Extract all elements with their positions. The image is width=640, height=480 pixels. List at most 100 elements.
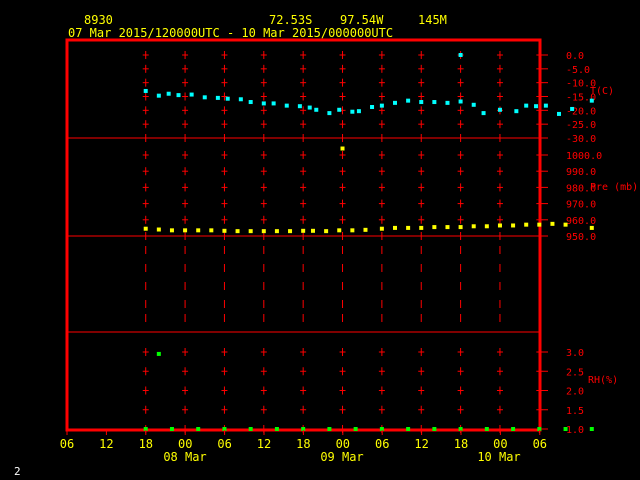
data-point: [379, 103, 384, 108]
data-point: [176, 93, 181, 98]
data-point: [432, 100, 437, 105]
data-point: [497, 107, 502, 112]
data-point: [537, 222, 542, 227]
date-label: 09 Mar: [320, 450, 363, 464]
data-point: [432, 427, 437, 431]
data-point: [570, 106, 575, 111]
xtick-label: 12: [257, 437, 271, 451]
data-point: [514, 109, 519, 114]
data-point: [497, 223, 502, 228]
data-point: [406, 225, 411, 230]
ytick-label: -30.0: [566, 134, 596, 145]
data-point: [215, 95, 220, 100]
ytick-label: 1.0: [566, 425, 584, 436]
data-point: [238, 97, 243, 102]
xtick-label: 12: [99, 437, 113, 451]
data-point: [563, 222, 568, 227]
data-point: [458, 99, 463, 104]
data-point: [511, 427, 516, 431]
data-point: [543, 103, 548, 108]
xtick-label: 06: [60, 437, 74, 451]
ytick-label: 0.0: [566, 51, 584, 62]
ytick-label: 990.0: [566, 167, 596, 178]
data-point: [222, 228, 227, 233]
data-point: [445, 225, 450, 230]
meteogram: 0.0-5.0-10.0-15.0-20.0-25.0-30.0T(C)1000…: [60, 38, 638, 464]
data-point: [301, 228, 306, 233]
data-point: [271, 101, 276, 106]
data-point: [557, 111, 561, 116]
data-point: [432, 225, 437, 230]
axis-label: T(C): [590, 86, 614, 97]
ytick-label: 960.0: [566, 216, 596, 227]
data-point: [589, 98, 594, 103]
data-point: [183, 228, 188, 233]
data-point: [156, 227, 161, 232]
data-point: [156, 351, 161, 356]
data-point: [471, 102, 476, 107]
data-point: [143, 88, 148, 93]
data-point: [261, 229, 266, 234]
ytick-label: 950.0: [566, 232, 596, 243]
data-point: [363, 227, 368, 232]
data-point: [445, 100, 450, 105]
data-point: [327, 427, 332, 431]
data-point: [307, 105, 312, 110]
ytick-label: 1.5: [566, 406, 584, 417]
data-point: [458, 225, 463, 230]
data-point: [393, 100, 397, 105]
data-point: [370, 105, 375, 110]
data-point: [169, 427, 174, 431]
data-point: [350, 109, 355, 114]
data-point: [511, 223, 516, 228]
data-point: [311, 228, 315, 233]
xtick-label: 06: [533, 437, 547, 451]
data-point: [324, 229, 329, 234]
data-point: [589, 225, 594, 230]
date-label: 08 Mar: [163, 450, 206, 464]
data-point: [166, 91, 171, 96]
ytick-label: -25.0: [566, 120, 596, 131]
data-point: [589, 427, 594, 431]
data-point: [350, 228, 355, 233]
data-point: [356, 109, 361, 114]
data-point: [225, 96, 230, 101]
ytick-label: -5.0: [566, 65, 590, 76]
data-point: [419, 225, 424, 230]
data-point: [524, 103, 529, 108]
data-point: [471, 224, 476, 229]
data-point: [248, 100, 253, 105]
data-point: [261, 101, 266, 106]
data-point: [196, 228, 201, 233]
data-point: [189, 92, 194, 97]
data-point: [353, 427, 358, 431]
data-point: [297, 104, 302, 109]
data-point: [458, 53, 463, 57]
ytick-label: 970.0: [566, 200, 596, 211]
data-point: [406, 98, 411, 103]
data-point: [202, 95, 207, 100]
data-point: [248, 229, 253, 234]
xtick-label: 18: [139, 437, 153, 451]
data-point: [314, 107, 319, 112]
data-point: [248, 427, 253, 431]
data-point: [379, 226, 384, 231]
data-point: [563, 427, 568, 431]
xtick-label: 18: [296, 437, 310, 451]
ytick-label: 1000.0: [566, 151, 602, 162]
xtick-label: 06: [375, 437, 389, 451]
data-point: [274, 229, 279, 234]
data-point: [274, 427, 279, 431]
data-point: [235, 229, 240, 234]
data-point: [484, 224, 489, 229]
data-point: [337, 107, 342, 112]
ytick-label: 3.0: [566, 348, 584, 359]
xtick-label: 18: [454, 437, 468, 451]
data-point: [209, 228, 214, 233]
data-point: [284, 103, 289, 108]
axis-label: RH(%): [588, 375, 618, 386]
data-point: [196, 427, 201, 431]
data-point: [327, 111, 332, 116]
data-point: [481, 111, 486, 116]
xtick-label: 00: [178, 437, 192, 451]
